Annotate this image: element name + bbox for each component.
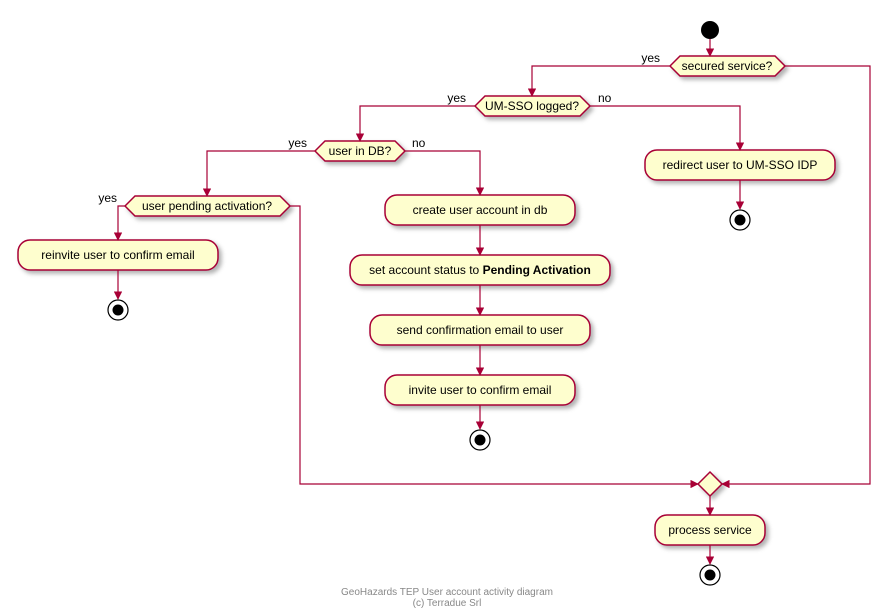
edge-umsso-no <box>590 106 740 150</box>
decision-secured-service-label: secured service? <box>682 59 773 73</box>
activity-redirect-idp-label: redirect user to UM-SSO IDP <box>663 158 818 172</box>
merge-node <box>698 472 722 496</box>
end-reinvite <box>108 300 128 320</box>
activity-process-service: process service <box>655 515 765 545</box>
caption-title: GeoHazards TEP User account activity dia… <box>341 587 553 598</box>
edge-pending-yes <box>118 206 125 240</box>
end-invite <box>470 430 490 450</box>
activity-set-status: set account status to Pending Activation <box>350 255 610 285</box>
label-pending-yes: yes <box>98 191 117 205</box>
activity-create-user: create user account in db <box>385 195 575 225</box>
edge-indb-no <box>405 151 480 195</box>
label-secured-yes: yes <box>641 51 660 65</box>
decision-user-pending: user pending activation? <box>125 196 290 216</box>
end-process <box>700 565 720 585</box>
decision-user-pending-label: user pending activation? <box>142 199 272 213</box>
activity-invite-confirm-label: invite user to confirm email <box>409 383 552 397</box>
decision-secured-service: secured service? <box>670 56 785 76</box>
activity-send-email: send confirmation email to user <box>370 315 590 345</box>
decision-user-in-db-label: user in DB? <box>329 144 392 158</box>
activity-reinvite-label: reinvite user to confirm email <box>41 248 194 262</box>
end-redirect <box>730 210 750 230</box>
activity-invite-confirm: invite user to confirm email <box>385 375 575 405</box>
edge-indb-yes <box>207 151 315 196</box>
activity-redirect-idp: redirect user to UM-SSO IDP <box>645 150 835 180</box>
activity-process-service-label: process service <box>668 523 752 537</box>
label-indb-no: no <box>412 136 426 150</box>
activity-create-user-label: create user account in db <box>413 203 548 217</box>
decision-user-in-db: user in DB? <box>315 141 405 161</box>
activity-send-email-label: send confirmation email to user <box>397 323 564 337</box>
activity-set-status-label: set account status to Pending Activation <box>369 263 591 277</box>
caption-copyright: (c) Terradue Srl <box>413 598 482 609</box>
activity-diagram: secured service? UM-SSO logged? user in … <box>0 0 895 612</box>
label-umsso-yes: yes <box>447 91 466 105</box>
start-node <box>701 21 719 39</box>
edge-secured-no <box>722 66 870 484</box>
activity-reinvite: reinvite user to confirm email <box>18 240 218 270</box>
decision-umsso-logged-label: UM-SSO logged? <box>485 99 579 113</box>
label-indb-yes: yes <box>288 136 307 150</box>
decision-umsso-logged: UM-SSO logged? <box>475 96 590 116</box>
label-umsso-no: no <box>598 91 612 105</box>
